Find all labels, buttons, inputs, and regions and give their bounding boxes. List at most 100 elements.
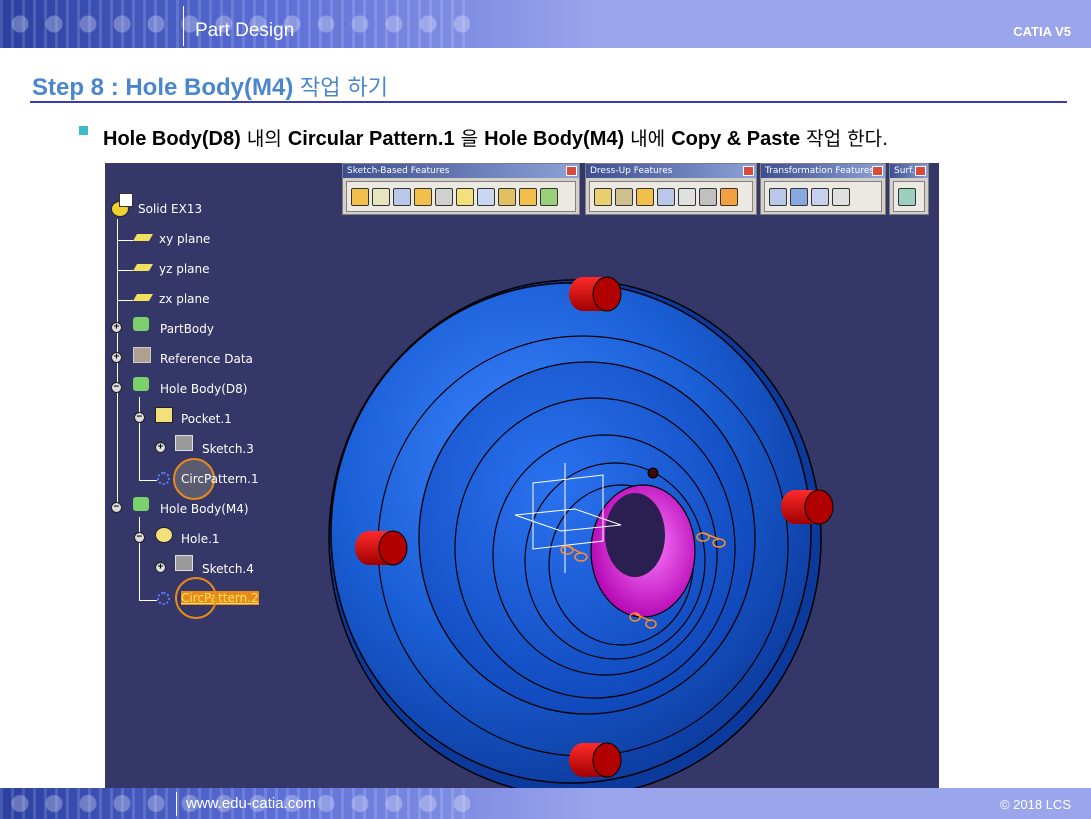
- collapse-icon[interactable]: −: [111, 382, 122, 393]
- tree-item-sketch-3[interactable]: Sketch.3: [202, 442, 254, 456]
- instruction-segment: Circular Pattern.1: [287, 128, 455, 150]
- toolbar-sketch-based-features[interactable]: Sketch-Based Features: [342, 163, 580, 215]
- tree-line: [139, 517, 140, 601]
- header-divider: [183, 6, 184, 46]
- expand-icon[interactable]: +: [111, 352, 122, 363]
- scaling-icon[interactable]: [832, 187, 850, 206]
- shell-icon[interactable]: [657, 187, 675, 206]
- tree-line: [117, 300, 133, 301]
- pocket-icon[interactable]: [372, 187, 390, 206]
- tree-line: [139, 600, 157, 601]
- instruction-segment: 내에: [624, 128, 672, 150]
- tree-item-partbody[interactable]: PartBody: [160, 322, 214, 336]
- remove-face-icon[interactable]: [720, 187, 738, 206]
- tree-item-sketch-4[interactable]: Sketch.4: [202, 562, 254, 576]
- sketch-icon: [175, 555, 193, 571]
- hole-feature-icon: [155, 527, 173, 543]
- split-icon[interactable]: [898, 187, 916, 206]
- close-icon[interactable]: [872, 166, 883, 176]
- close-icon[interactable]: [743, 166, 754, 176]
- toolbar-title: Dress-Up Features: [586, 164, 756, 178]
- circular-pattern-icon: [157, 592, 170, 605]
- body-gear-icon: [133, 317, 149, 331]
- pin-right: [781, 489, 834, 525]
- step-title-kr: 작업 하기: [300, 76, 388, 101]
- tree-item-hole-body-m4[interactable]: Hole Body(M4): [160, 502, 249, 516]
- toolbar-buttons: [589, 181, 753, 212]
- draft-icon[interactable]: [636, 187, 654, 206]
- tree-item-zx-plane[interactable]: zx plane: [159, 292, 210, 306]
- instruction-segment: Copy & Paste: [671, 128, 801, 150]
- translation-icon[interactable]: [769, 187, 787, 206]
- footer-band: www.edu-catia.com © 2018 LCS: [0, 788, 1091, 819]
- catia-viewport[interactable]: Sketch-Based Features Dress-Up Features: [105, 163, 939, 788]
- close-icon[interactable]: [915, 166, 926, 176]
- toolbar-title: Transformation Features: [761, 164, 885, 178]
- multi-section-solid-icon[interactable]: [519, 187, 537, 206]
- removed-multi-section-icon[interactable]: [540, 187, 558, 206]
- groove-icon[interactable]: [414, 187, 432, 206]
- thread-icon[interactable]: [699, 187, 717, 206]
- header-title: Part Design: [195, 20, 295, 41]
- pin-left: [355, 530, 408, 566]
- step-title-underline: [30, 101, 1067, 103]
- footer-website: www.edu-catia.com: [186, 795, 317, 812]
- pad-icon[interactable]: [351, 187, 369, 206]
- sketch-icon: [175, 435, 193, 451]
- thickness-icon[interactable]: [678, 187, 696, 206]
- toolbar-buttons: [764, 181, 882, 212]
- instruction-segment: Hole Body(D8): [103, 128, 241, 150]
- footer-divider: [176, 792, 177, 816]
- body-gear-icon: [133, 377, 149, 391]
- expand-icon[interactable]: +: [155, 442, 166, 453]
- toolbar-transformation-features[interactable]: Transformation Features: [760, 163, 886, 215]
- tree-item-reference-data[interactable]: Reference Data: [160, 352, 253, 366]
- instruction-segment: 을: [454, 128, 485, 150]
- tree-item-hole-body-d8[interactable]: Hole Body(D8): [160, 382, 247, 396]
- collapse-icon[interactable]: −: [134, 532, 145, 543]
- header-band: Part Design CATIA V5: [0, 0, 1091, 48]
- bullet-icon: [79, 126, 88, 135]
- rectangular-pattern-icon[interactable]: [811, 187, 829, 206]
- mirror-icon[interactable]: [790, 187, 808, 206]
- expand-icon[interactable]: +: [111, 322, 122, 333]
- tree-line: [117, 270, 133, 271]
- collapse-icon[interactable]: −: [111, 502, 122, 513]
- tree-line: [117, 219, 118, 511]
- tree-item-xy-plane[interactable]: xy plane: [159, 232, 210, 246]
- collapse-icon[interactable]: −: [134, 412, 145, 423]
- close-icon[interactable]: [566, 166, 577, 176]
- part-document-icon: [119, 193, 133, 207]
- shaft-icon[interactable]: [393, 187, 411, 206]
- tree-item-yz-plane[interactable]: yz plane: [159, 262, 210, 276]
- pocket-feature-icon: [155, 407, 173, 423]
- tree-line: [117, 240, 133, 241]
- pin-top: [569, 276, 622, 312]
- tree-item-pocket[interactable]: Pocket.1: [181, 412, 232, 426]
- tree-line: [139, 397, 140, 481]
- footer-copyright: © 2018 LCS: [999, 797, 1071, 812]
- tree-item-root[interactable]: Solid EX13: [138, 202, 202, 216]
- rib-icon[interactable]: [456, 187, 474, 206]
- pin-bottom: [569, 742, 622, 778]
- chamfer-icon[interactable]: [615, 187, 633, 206]
- highlight-circle: [175, 577, 217, 619]
- tree-item-hole-1[interactable]: Hole.1: [181, 532, 220, 546]
- toolbar-buttons: [346, 181, 576, 212]
- fillet-icon[interactable]: [594, 187, 612, 206]
- tree-line: [139, 480, 157, 481]
- slot-icon[interactable]: [477, 187, 495, 206]
- instruction-segment: 작업 한다.: [800, 128, 889, 150]
- expand-icon[interactable]: +: [155, 562, 166, 573]
- tree-item-circpattern-1[interactable]: CircPattern.1: [181, 472, 259, 486]
- step-title-en: Step 8 : Hole Body(M4): [32, 74, 294, 101]
- toolbar-buttons: [893, 181, 925, 212]
- hole-icon[interactable]: [435, 187, 453, 206]
- toolbar-dress-up-features[interactable]: Dress-Up Features: [585, 163, 757, 215]
- toolbar-title: Sketch-Based Features: [343, 164, 579, 178]
- stiffener-icon[interactable]: [498, 187, 516, 206]
- instruction-segment: 내의: [240, 128, 288, 150]
- toolbar-surface-based[interactable]: Surf...: [889, 163, 929, 215]
- instruction-text: Hole Body(D8) 내의 Circular Pattern.1 을 Ho…: [103, 124, 888, 151]
- circular-pattern-icon: [157, 472, 170, 485]
